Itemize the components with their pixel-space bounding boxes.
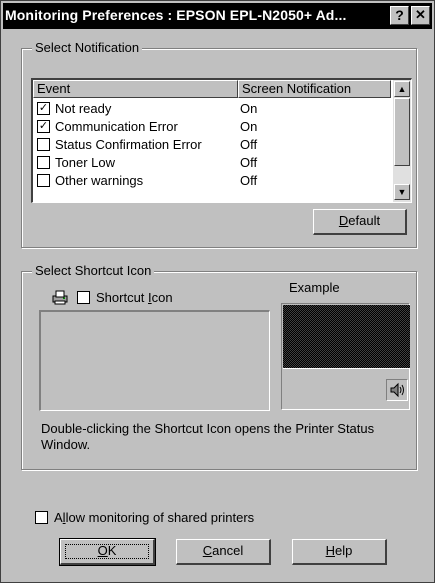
event-cell: Toner Low (55, 155, 115, 170)
help-label-rest: elp (335, 543, 353, 558)
shortcut-icon-checkbox[interactable]: Shortcut Icon (77, 290, 173, 306)
vertical-scrollbar[interactable]: ▲ ▼ (393, 80, 411, 202)
desktop-pattern (283, 305, 410, 368)
screen-notification-cell: Off (240, 155, 258, 170)
default-button[interactable]: Default (313, 209, 407, 235)
tray-area (386, 379, 408, 401)
scroll-thumb[interactable] (394, 98, 410, 166)
default-accel: D (338, 213, 349, 228)
scroll-down-button[interactable]: ▼ (394, 184, 410, 200)
row-checkbox[interactable]: ✓ (37, 120, 50, 133)
example-preview (281, 303, 410, 410)
column-header-event[interactable]: Event (33, 80, 238, 98)
event-cell: Other warnings (55, 173, 144, 188)
shortcut-label-post: con (151, 290, 173, 305)
speaker-icon (390, 382, 404, 398)
list-item[interactable]: Other warnings Off (33, 172, 391, 190)
shortcut-icon-checkbox-box[interactable] (77, 291, 90, 304)
screen-notification-cell: On (240, 119, 258, 134)
list-item[interactable]: ✓ Not ready On (33, 100, 391, 118)
scroll-up-button[interactable]: ▲ (394, 81, 410, 97)
allow-shared-monitoring-checkbox[interactable]: Allow monitoring of shared printers (35, 510, 254, 526)
help-button[interactable]: Help (292, 539, 387, 565)
window-title: Monitoring Preferences : EPSON EPL-N2050… (5, 7, 347, 23)
example-label: Example (289, 280, 340, 295)
screen-notification-cell: Off (240, 173, 258, 188)
select-notification-label: Select Notification (32, 40, 143, 56)
ok-button[interactable]: OK (59, 538, 156, 566)
default-label-rest: efault (348, 213, 381, 228)
shared-label-pre: A (54, 510, 63, 525)
screen-notification-cell: Off (240, 137, 258, 152)
close-title-button[interactable]: ✕ (411, 6, 430, 25)
taskbar-edge (283, 368, 410, 369)
ok-focus-rect (65, 544, 149, 559)
cancel-accel: C (202, 543, 213, 558)
row-checkbox[interactable] (37, 156, 50, 169)
event-cell: Communication Error (55, 119, 178, 134)
row-checkbox[interactable] (37, 138, 50, 151)
list-item[interactable]: Status Confirmation Error Off (33, 136, 391, 154)
printer-icon (52, 290, 68, 305)
list-item[interactable]: Toner Low Off (33, 154, 391, 172)
shared-label-post: low monitoring of shared printers (65, 510, 255, 525)
row-checkbox[interactable] (37, 174, 50, 187)
title-bar[interactable]: Monitoring Preferences : EPSON EPL-N2050… (3, 3, 432, 29)
event-cell: Status Confirmation Error (55, 137, 202, 152)
allow-shared-checkbox-box[interactable] (35, 511, 48, 524)
cancel-button[interactable]: Cancel (176, 539, 271, 565)
row-checkbox[interactable]: ✓ (37, 102, 50, 115)
cancel-label-rest: ancel (212, 543, 244, 558)
select-shortcut-icon-label: Select Shortcut Icon (32, 263, 155, 279)
list-item[interactable]: ✓ Communication Error On (33, 118, 391, 136)
shortcut-label-pre: Shortcut (96, 290, 149, 305)
shortcut-icon-list[interactable] (39, 310, 270, 411)
event-cell: Not ready (55, 101, 112, 116)
notification-list[interactable]: Event Screen Notification ✓ Not ready On ✓ C… (31, 78, 412, 203)
help-title-button[interactable]: ? (390, 6, 409, 25)
column-header-screen-notification[interactable]: Screen Notification (238, 80, 391, 98)
shortcut-description: Double-clicking the Shortcut Icon opens … (41, 421, 375, 452)
monitoring-preferences-dialog: Monitoring Preferences : EPSON EPL-N2050… (0, 0, 435, 583)
help-accel: H (325, 543, 336, 558)
screen-notification-cell: On (240, 101, 258, 116)
